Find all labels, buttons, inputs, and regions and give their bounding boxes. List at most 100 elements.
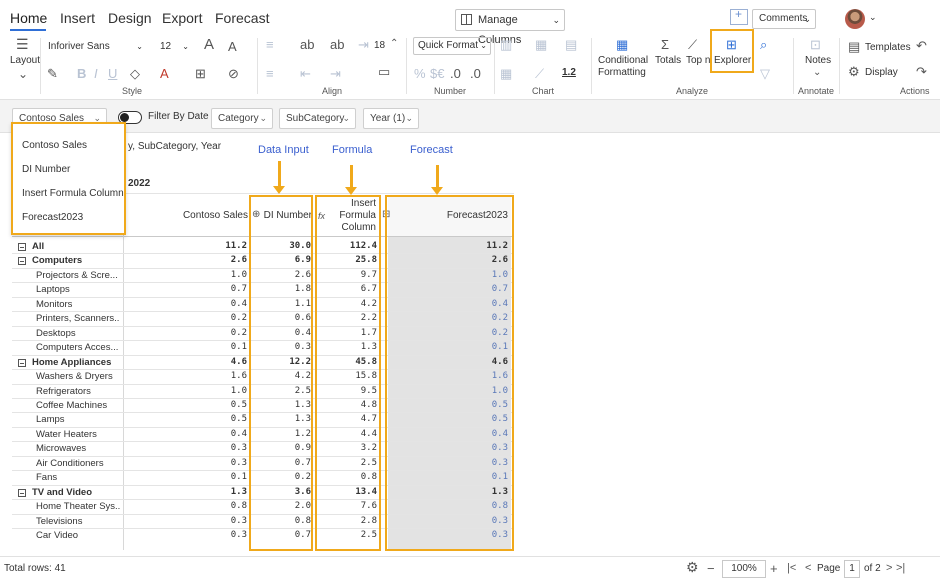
undo-icon[interactable]: ↶ (916, 39, 927, 52)
quick-format-select[interactable]: Quick Format ⌄ (413, 37, 491, 55)
chevron-down-icon[interactable]: ⌄ (869, 12, 877, 23)
display-label[interactable]: Display (865, 67, 898, 78)
borders-icon[interactable]: ⊞ (195, 67, 206, 80)
conditional-label-1[interactable]: Conditional (598, 55, 648, 66)
decrease-font-icon[interactable]: A (228, 40, 237, 53)
percent-icon[interactable]: % (414, 67, 426, 80)
currency-icon[interactable]: $€ (430, 67, 444, 80)
align-left-icon[interactable]: ≡ (266, 38, 274, 51)
tab-insert[interactable]: Insert (60, 10, 95, 26)
redo-icon[interactable]: ↷ (916, 65, 927, 78)
align-center-icon[interactable]: ≡ (266, 67, 274, 80)
subcategory-filter[interactable]: SubCategory ⌄ (279, 108, 356, 129)
waterfall-chart-icon[interactable]: ▤ (565, 38, 577, 51)
increase-decimal-icon[interactable]: .0 (450, 67, 461, 80)
number-sample[interactable]: 1.2 (562, 67, 576, 78)
text-direction-icon[interactable]: ab (330, 38, 344, 51)
chevron-down-icon[interactable]: ⌄ (18, 68, 28, 81)
collapse-icon[interactable] (18, 358, 26, 367)
bold-icon[interactable]: B (77, 67, 86, 80)
dropdown-item-contoso-sales[interactable]: Contoso Sales (22, 140, 87, 151)
contoso-sales-cell: 0.7 (230, 284, 247, 295)
wrap-text-icon[interactable]: ab (300, 38, 314, 51)
underline-icon[interactable]: U (108, 67, 117, 80)
visibility-icon[interactable]: ⊘ (228, 67, 239, 80)
page-number-value: 1 (849, 563, 855, 574)
year-filter[interactable]: Year (1) ⌄ (363, 108, 419, 129)
templates-icon[interactable]: ▤ (848, 40, 860, 53)
measure-dropdown-menu: Contoso Sales DI Number Insert Formula C… (11, 122, 126, 235)
collapse-icon[interactable] (18, 243, 26, 251)
contoso-sales-cell: 1.0 (230, 269, 247, 280)
zoom-input[interactable]: 100% (722, 560, 766, 578)
top-n-icon[interactable]: ⟋ (688, 38, 697, 51)
tab-design[interactable]: Design (108, 10, 152, 26)
indent-right-icon[interactable]: ⇥ (330, 67, 341, 80)
search-icon[interactable]: ⌕ (760, 38, 767, 51)
decrease-decimal-icon[interactable]: .0 (470, 67, 481, 80)
indent-value[interactable]: 18 (374, 40, 385, 51)
zoom-in-icon[interactable]: + (770, 562, 778, 575)
tab-home[interactable]: Home (10, 10, 47, 26)
format-painter-icon[interactable]: ✎ (47, 67, 58, 80)
data-input-arrow-head (273, 186, 285, 194)
bar-chart-icon[interactable]: ▥ (500, 38, 512, 51)
layout-icon[interactable]: ☰ (16, 37, 29, 51)
columns-icon (461, 14, 472, 25)
contoso-sales-cell: 0.5 (230, 414, 247, 425)
column-header-contoso-sales[interactable]: Contoso Sales (160, 210, 248, 221)
font-color-icon[interactable]: A (160, 67, 169, 80)
first-page-icon[interactable]: |< (787, 562, 796, 575)
italic-icon[interactable]: I (94, 67, 98, 80)
font-size-value: 12 (160, 41, 172, 52)
fill-color-icon[interactable]: ◇ (130, 67, 140, 80)
gear-icon[interactable]: ⚙ (848, 65, 860, 78)
gear-icon[interactable]: ⚙ (686, 560, 699, 574)
manage-columns-button[interactable]: Manage Columns ⌄ (455, 9, 565, 46)
zoom-out-icon[interactable]: − (707, 562, 715, 575)
notes-label[interactable]: Notes (805, 55, 831, 66)
add-comment-icon[interactable] (730, 7, 748, 25)
totals-icon[interactable]: Σ (661, 38, 669, 51)
conditional-formatting-icon[interactable]: ▦ (616, 38, 628, 51)
comments-button[interactable]: Comments ⌄ (752, 9, 816, 29)
prev-page-icon[interactable]: < (805, 562, 811, 575)
line-chart-icon[interactable]: ⟋ (535, 67, 544, 80)
category-filter[interactable]: Category ⌄ (211, 108, 273, 129)
last-page-icon[interactable]: >| (896, 562, 905, 575)
formula-arrow-head (345, 187, 357, 195)
stepper-icon[interactable]: ⌃ (390, 37, 398, 50)
templates-label[interactable]: Templates (865, 42, 911, 53)
chevron-down-icon[interactable]: ⌄ (813, 66, 821, 79)
page-number-input[interactable]: 1 (844, 560, 860, 578)
column-chart-icon[interactable]: ▦ (535, 38, 547, 51)
row-label: Lamps (36, 414, 65, 426)
filter-icon[interactable]: ▽ (760, 67, 770, 80)
tab-forecast[interactable]: Forecast (215, 10, 269, 26)
user-avatar[interactable] (845, 9, 865, 29)
dropdown-item-insert-formula-column[interactable]: Insert Formula Column (22, 188, 124, 199)
dropdown-item-di-number[interactable]: DI Number (22, 164, 70, 175)
row-label: TV and Video (32, 486, 93, 498)
chevron-down-icon: ⌄ (182, 42, 189, 51)
totals-label[interactable]: Totals (655, 55, 681, 66)
indent-icon[interactable]: ⇥ (358, 38, 369, 51)
dropdown-item-forecast2023[interactable]: Forecast2023 (22, 212, 83, 223)
table-chart-icon[interactable]: ▦ (500, 67, 512, 80)
collapse-icon[interactable] (18, 257, 26, 266)
contoso-sales-cell: 0.1 (230, 342, 247, 353)
font-size-select[interactable]: 12 ⌄ (156, 39, 192, 57)
collapse-icon[interactable] (18, 488, 26, 497)
outdent-icon[interactable]: ⇤ (300, 67, 311, 80)
font-family-select[interactable]: Inforiver Sans ⌄ (44, 39, 146, 57)
increase-font-icon[interactable]: A (204, 37, 214, 52)
row-label: Laptops (36, 284, 70, 296)
top-n-label[interactable]: Top n (686, 55, 710, 66)
tab-export[interactable]: Export (162, 10, 202, 26)
layout-label[interactable]: Layout (10, 55, 40, 66)
next-page-icon[interactable]: > (886, 562, 892, 575)
resize-icon[interactable]: ▭ (378, 65, 390, 78)
data-input-annotation: Data Input (258, 144, 309, 156)
notes-icon[interactable]: ⊡ (810, 38, 821, 51)
conditional-label-2[interactable]: Formatting (598, 67, 646, 78)
